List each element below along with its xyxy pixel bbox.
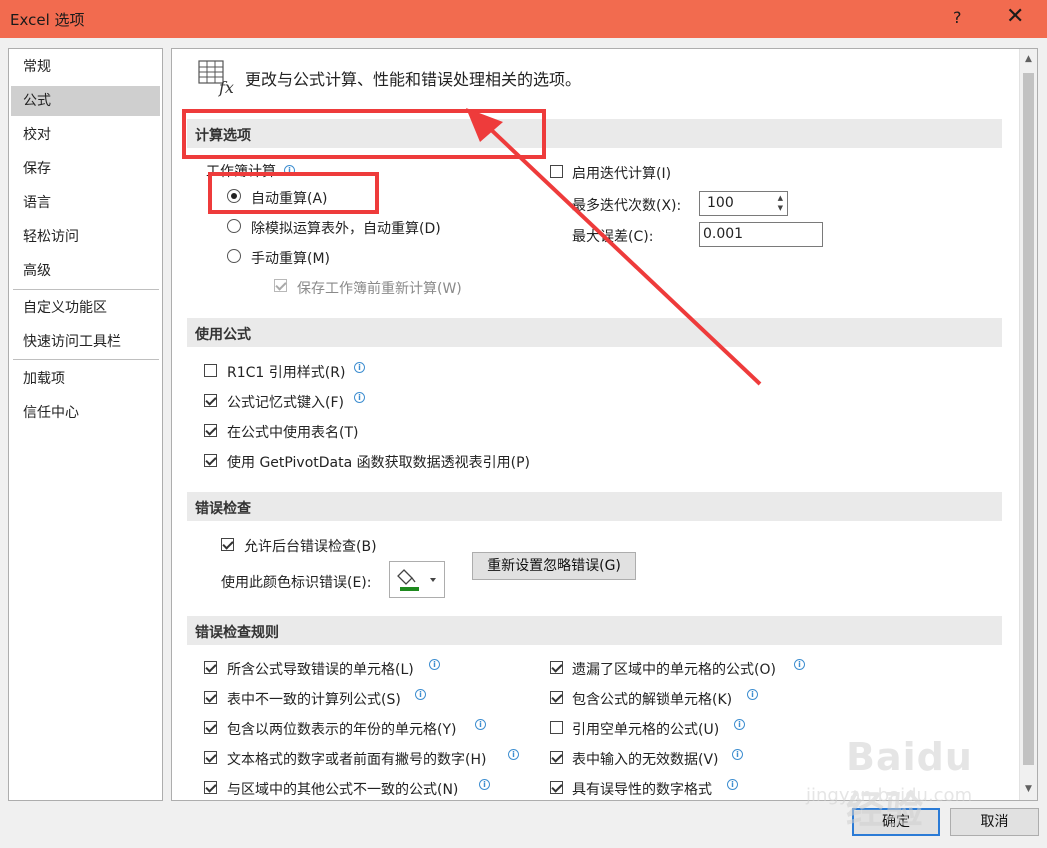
nav-divider [13, 289, 159, 290]
rule-label[interactable]: 与区域中的其他公式不一致的公式(N) [227, 779, 458, 799]
rule-label[interactable]: 文本格式的数字或者前面有撇号的数字(H) [227, 749, 486, 769]
nav-item-trust-center[interactable]: 信任中心 [11, 398, 160, 428]
r1c1-checkbox[interactable] [204, 364, 217, 377]
nav-item-save[interactable]: 保存 [11, 154, 160, 184]
rule-checkbox[interactable] [550, 751, 563, 764]
rule-label[interactable]: 所含公式导致错误的单元格(L) [227, 659, 414, 679]
getpivotdata-label[interactable]: 使用 GetPivotData 函数获取数据透视表引用(P) [227, 452, 530, 472]
section-error-rules: 错误检查规则 [187, 616, 1002, 645]
rule-checkbox[interactable] [204, 781, 217, 794]
nav-item-general[interactable]: 常规 [11, 52, 160, 82]
baidu-watermark: Baidu 经验 jingyan.baidu.com [806, 735, 1016, 832]
max-iterations-value[interactable]: 100 [707, 195, 734, 211]
rule-label[interactable]: 表中输入的无效数据(V) [572, 749, 719, 769]
radio-manual-label[interactable]: 手动重算(M) [251, 248, 330, 268]
rule-label[interactable]: 表中不一致的计算列公式(S) [227, 689, 401, 709]
nav-item-formulas[interactable]: 公式 [11, 86, 160, 116]
info-icon[interactable]: i [732, 749, 743, 760]
rule-checkbox[interactable] [550, 721, 563, 734]
info-icon[interactable]: i [479, 779, 490, 790]
radio-auto-except-tables[interactable] [227, 219, 241, 233]
info-icon[interactable]: i [475, 719, 486, 730]
nav-item-proofing[interactable]: 校对 [11, 120, 160, 150]
info-icon[interactable]: i [734, 719, 745, 730]
rule-label[interactable]: 引用空单元格的公式(U) [572, 719, 719, 739]
max-change-label: 最大误差(C): [572, 229, 654, 245]
annotation-box-auto-recalc [208, 172, 379, 214]
recalc-before-save-label: 保存工作簿前重新计算(W) [297, 281, 462, 297]
info-icon[interactable]: i [429, 659, 440, 670]
scroll-up-icon[interactable]: ▲ [1020, 51, 1037, 68]
iterative-calc-checkbox[interactable] [550, 165, 563, 178]
iterative-calc-label[interactable]: 启用迭代计算(I) [572, 163, 671, 183]
help-button[interactable]: ? [953, 8, 962, 27]
paint-bucket-icon [397, 569, 436, 591]
window-title: Excel 选项 [10, 11, 85, 29]
rule-checkbox[interactable] [204, 691, 217, 704]
rule-checkbox[interactable] [550, 781, 563, 794]
rule-checkbox[interactable] [550, 691, 563, 704]
formula-calc-icon: fx [198, 60, 234, 97]
info-icon[interactable]: i [508, 749, 519, 760]
section-error-checking: 错误检查 [187, 492, 1002, 521]
table-names-label[interactable]: 在公式中使用表名(T) [227, 422, 358, 442]
nav-item-advanced[interactable]: 高级 [11, 256, 160, 286]
watermark-url: jingyan.baidu.com [806, 785, 973, 806]
section-title: 错误检查规则 [195, 625, 279, 641]
rule-label[interactable]: 具有误导性的数字格式 [572, 779, 712, 799]
info-icon[interactable]: i [354, 362, 365, 373]
error-color-label: 使用此颜色标识错误(E): [221, 575, 372, 591]
info-icon[interactable]: i [794, 659, 805, 670]
scroll-down-icon[interactable]: ▼ [1020, 781, 1037, 798]
rule-label[interactable]: 包含公式的解锁单元格(K) [572, 689, 732, 709]
section-title: 错误检查 [195, 501, 251, 517]
radio-auto-except-label[interactable]: 除模拟运算表外，自动重算(D) [251, 218, 441, 238]
error-color-picker[interactable] [389, 561, 445, 598]
r1c1-label[interactable]: R1C1 引用样式(R) [227, 362, 345, 382]
rule-checkbox[interactable] [204, 661, 217, 674]
autocomplete-label[interactable]: 公式记忆式键入(F) [227, 392, 344, 412]
nav-divider [13, 359, 159, 360]
close-button[interactable]: ✕ [1006, 6, 1024, 28]
max-change-input[interactable]: 0.001 [699, 222, 823, 247]
section-formulas: 使用公式 [187, 318, 1002, 347]
info-icon[interactable]: i [415, 689, 426, 700]
svg-text:fx: fx [218, 78, 234, 97]
scroll-thumb[interactable] [1023, 73, 1034, 765]
rule-checkbox[interactable] [550, 661, 563, 674]
rule-label[interactable]: 遗漏了区域中的单元格的公式(O) [572, 659, 776, 679]
info-icon[interactable]: i [747, 689, 758, 700]
recalc-before-save-checkbox[interactable] [274, 279, 287, 292]
section-title: 使用公式 [195, 327, 251, 343]
max-iterations-label: 最多迭代次数(X): [572, 198, 682, 214]
getpivotdata-checkbox[interactable] [204, 454, 217, 467]
annotation-box-calc-options [182, 109, 546, 159]
table-names-checkbox[interactable] [204, 424, 217, 437]
rule-checkbox[interactable] [204, 721, 217, 734]
bg-error-check-label[interactable]: 允许后台错误检查(B) [244, 536, 377, 556]
category-nav: 常规 公式 校对 保存 语言 轻松访问 高级 自定义功能区 快速访问工具栏 加载… [8, 48, 163, 801]
nav-item-language[interactable]: 语言 [11, 188, 160, 218]
max-iterations-stepper[interactable]: 100 ▲ ▼ [699, 191, 788, 216]
max-change-value[interactable]: 0.001 [703, 226, 743, 242]
nav-item-addins[interactable]: 加载项 [11, 364, 160, 394]
autocomplete-checkbox[interactable] [204, 394, 217, 407]
rule-checkbox[interactable] [204, 751, 217, 764]
info-icon[interactable]: i [354, 392, 365, 403]
nav-item-quick-access[interactable]: 快速访问工具栏 [11, 327, 160, 357]
rule-label[interactable]: 包含以两位数表示的年份的单元格(Y) [227, 719, 456, 739]
title-bar: Excel 选项 ? ✕ [0, 0, 1047, 38]
nav-item-customize-ribbon[interactable]: 自定义功能区 [11, 293, 160, 323]
header-description: 更改与公式计算、性能和错误处理相关的选项。 [245, 70, 582, 89]
radio-manual[interactable] [227, 249, 241, 263]
spin-down-icon[interactable]: ▼ [778, 204, 783, 212]
bg-error-check-checkbox[interactable] [221, 538, 234, 551]
options-panel: fx 更改与公式计算、性能和错误处理相关的选项。 计算选项 工作簿计算 i 自动… [171, 48, 1038, 801]
spin-up-icon[interactable]: ▲ [778, 194, 783, 202]
vertical-scrollbar[interactable]: ▲ ▼ [1019, 49, 1037, 800]
reset-ignored-errors-button[interactable]: 重新设置忽略错误(G) [472, 552, 636, 580]
nav-item-accessibility[interactable]: 轻松访问 [11, 222, 160, 252]
info-icon[interactable]: i [727, 779, 738, 790]
